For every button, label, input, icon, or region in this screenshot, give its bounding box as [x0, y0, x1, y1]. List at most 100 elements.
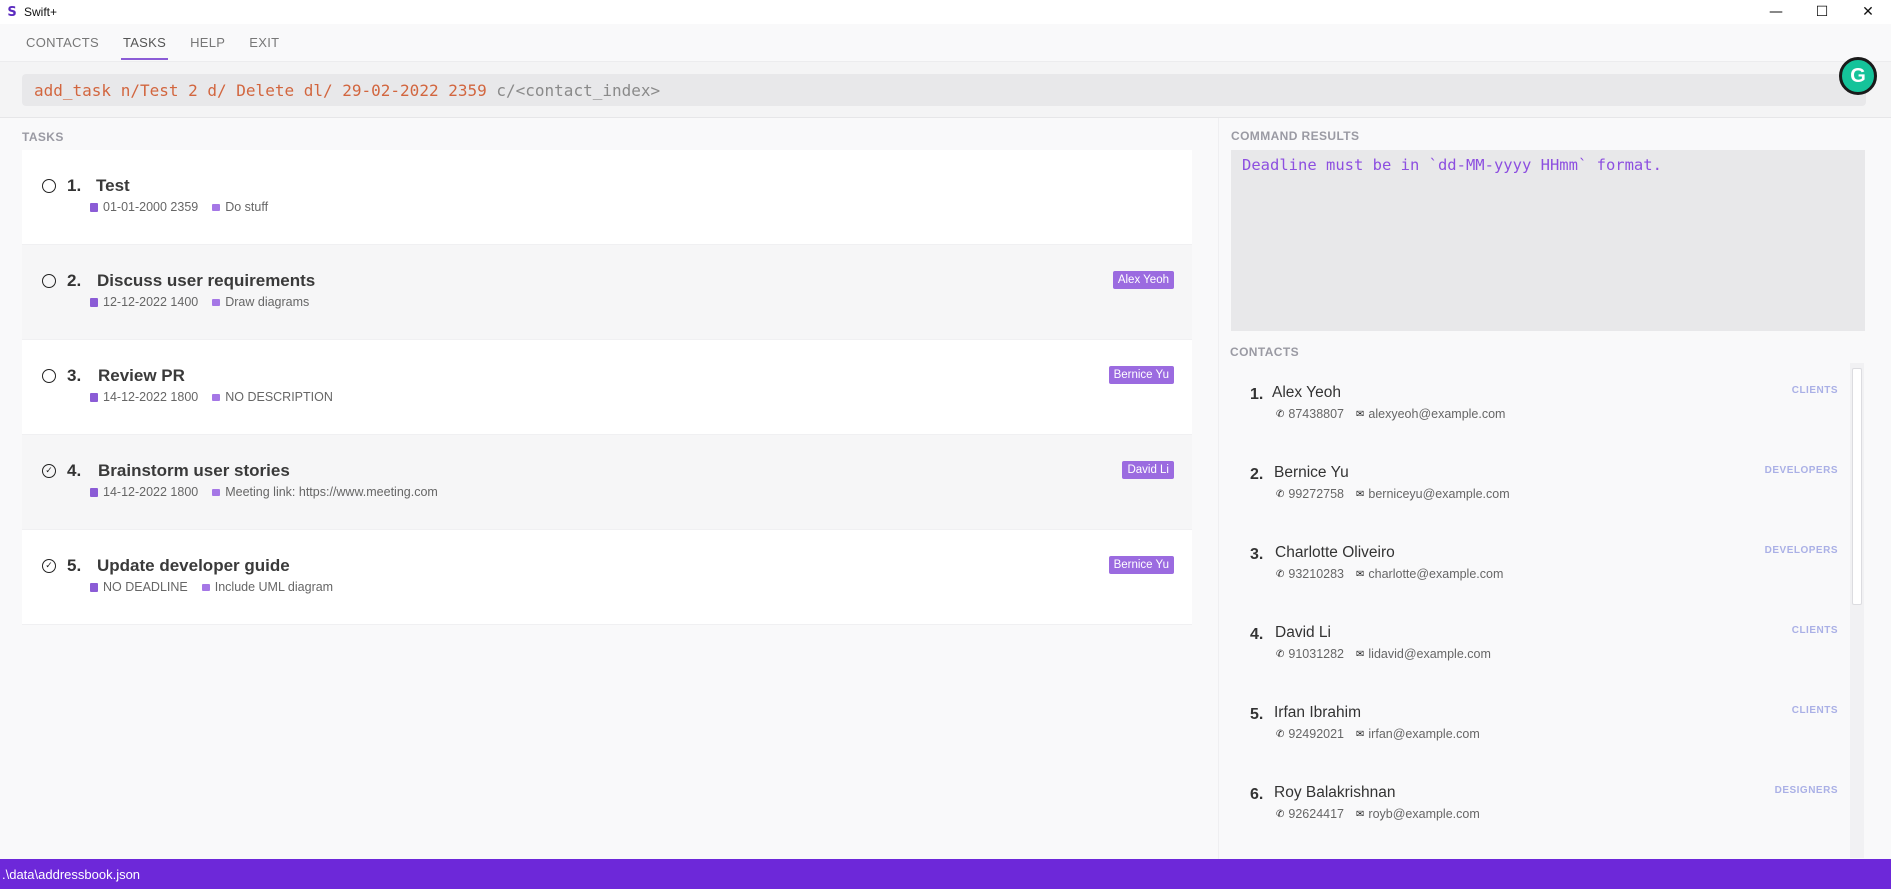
- menu-contacts[interactable]: CONTACTS: [14, 24, 111, 62]
- contact-index: 2.: [1250, 466, 1264, 483]
- menu-help[interactable]: HELP: [178, 24, 237, 62]
- contact-group-tag: DEVELOPERS: [1764, 545, 1838, 556]
- task-index: 1.: [67, 176, 82, 195]
- task-pending-icon[interactable]: [42, 274, 56, 288]
- command-results-box: Deadline must be in `dd-MM-yyyy HHmm` fo…: [1231, 150, 1865, 331]
- pane-divider: [1218, 118, 1219, 859]
- description-icon: [212, 298, 221, 306]
- menu-bar: CONTACTS TASKS HELP EXIT: [0, 24, 1891, 62]
- deadline-icon: [90, 582, 98, 592]
- command-text: add_task n/Test 2 d/ Delete dl/ 29-02-20…: [34, 80, 497, 100]
- task-contact-tag: Alex Yeoh: [1112, 271, 1174, 289]
- status-bar: .\data\addressbook.json: [0, 859, 1891, 889]
- task-deadline: 14-12-2022 1800: [103, 485, 199, 499]
- contact-meta: ✆ 92492021 ✉ irfan@example.com: [1276, 727, 1480, 741]
- task-meta: 01-01-2000 2359 Do stuff: [88, 200, 268, 214]
- contact-phone: 92624417: [1288, 807, 1345, 821]
- command-hint: c/<contact_index>: [496, 80, 661, 100]
- task-card[interactable]: ✓ 4. Brainstorm user stories 14-12-2022 180…: [22, 435, 1192, 530]
- contact-card[interactable]: 6. Roy Balakrishnan ✆ 92624417 ✉ royb@example…: [1220, 763, 1850, 843]
- task-meta: 12-12-2022 1400 Draw diagrams: [88, 295, 309, 309]
- mail-icon: ✉: [1356, 648, 1365, 660]
- task-done-icon[interactable]: ✓: [42, 464, 56, 478]
- task-index: 4.: [67, 461, 82, 480]
- task-index: 3.: [67, 366, 82, 385]
- contact-meta: ✆ 87438807 ✉ alexyeoh@example.com: [1276, 407, 1505, 421]
- maximize-button[interactable]: ☐: [1799, 0, 1845, 24]
- contact-card[interactable]: 1. Alex Yeoh ✆ 87438807 ✉ alexyeoh@example.co…: [1220, 363, 1850, 443]
- contact-phone: 99272758: [1288, 487, 1345, 501]
- task-done-icon[interactable]: ✓: [42, 559, 56, 573]
- task-index: 5.: [67, 556, 82, 575]
- mail-icon: ✉: [1356, 488, 1365, 500]
- task-pending-icon[interactable]: [42, 179, 56, 193]
- menu-exit[interactable]: EXIT: [237, 24, 291, 62]
- task-description: Meeting link: https://www.meeting.com: [225, 485, 438, 499]
- description-icon: [212, 488, 221, 496]
- contact-group-tag: DESIGNERS: [1774, 785, 1838, 796]
- contact-index: 5.: [1250, 706, 1264, 723]
- mail-icon: ✉: [1356, 408, 1365, 420]
- mail-icon: ✉: [1356, 568, 1365, 580]
- phone-icon: ✆: [1276, 728, 1285, 740]
- task-title: Update developer guide: [97, 556, 290, 575]
- window-title: Swift+: [24, 5, 58, 19]
- menu-tasks[interactable]: TASKS: [111, 24, 178, 62]
- contact-group-tag: CLIENTS: [1791, 705, 1838, 716]
- contact-meta: ✆ 99272758 ✉ berniceyu@example.com: [1276, 487, 1510, 501]
- task-title: Test: [96, 176, 130, 195]
- deadline-icon: [90, 297, 98, 307]
- description-icon: [212, 393, 221, 401]
- contact-index: 4.: [1250, 626, 1264, 643]
- contact-index: 6.: [1250, 786, 1264, 803]
- phone-icon: ✆: [1276, 568, 1285, 580]
- contact-email: royb@example.com: [1368, 807, 1480, 821]
- task-contact-tag: Bernice Yu: [1108, 366, 1174, 384]
- contact-name: Roy Balakrishnan: [1274, 784, 1396, 801]
- mail-icon: ✉: [1356, 728, 1365, 740]
- contact-card[interactable]: 2. Bernice Yu ✆ 99272758 ✉ berniceyu@example.…: [1220, 443, 1850, 523]
- phone-icon: ✆: [1276, 408, 1285, 420]
- task-meta: 14-12-2022 1800 Meeting link: https://www…: [88, 485, 438, 499]
- contact-email: charlotte@example.com: [1368, 567, 1504, 581]
- command-input[interactable]: add_task n/Test 2 d/ Delete dl/ 29-02-20…: [22, 74, 1866, 106]
- contacts-scrollbar-thumb[interactable]: [1852, 368, 1862, 605]
- contact-name: Charlotte Oliveiro: [1275, 544, 1395, 561]
- task-pending-icon[interactable]: [42, 369, 56, 383]
- task-deadline: NO DEADLINE: [103, 580, 188, 594]
- tasks-heading: TASKS: [22, 130, 64, 144]
- command-bar: add_task n/Test 2 d/ Delete dl/ 29-02-20…: [0, 62, 1891, 118]
- task-card[interactable]: 3. Review PR 14-12-2022 1800 NO DESCRIPTION…: [22, 340, 1192, 435]
- grammarly-icon[interactable]: G: [1839, 57, 1877, 95]
- contact-group-tag: CLIENTS: [1791, 625, 1838, 636]
- contact-phone: 91031282: [1288, 647, 1345, 661]
- contact-email: alexyeoh@example.com: [1368, 407, 1506, 421]
- command-results-heading: COMMAND RESULTS: [1231, 129, 1360, 143]
- task-card[interactable]: ✓ 5. Update developer guide NO DEADLINE Incl…: [22, 530, 1192, 625]
- task-card[interactable]: 2. Discuss user requirements 12-12-2022 14…: [22, 245, 1192, 340]
- contact-card[interactable]: 3. Charlotte Oliveiro ✆ 93210283 ✉ charlotte@…: [1220, 523, 1850, 603]
- contact-meta: ✆ 91031282 ✉ lidavid@example.com: [1276, 647, 1491, 661]
- contact-name: Irfan Ibrahim: [1274, 704, 1362, 721]
- task-description: Include UML diagram: [214, 580, 334, 594]
- close-button[interactable]: ✕: [1845, 0, 1891, 24]
- contact-email: berniceyu@example.com: [1368, 487, 1510, 501]
- task-list: 1. Test 01-01-2000 2359 Do stuff 2. Discuss u…: [22, 150, 1192, 625]
- deadline-icon: [90, 487, 98, 497]
- description-icon: [201, 583, 210, 591]
- task-card[interactable]: 1. Test 01-01-2000 2359 Do stuff: [22, 150, 1192, 245]
- contact-phone: 87438807: [1288, 407, 1345, 421]
- contact-name: Bernice Yu: [1274, 464, 1349, 481]
- contact-meta: ✆ 92624417 ✉ royb@example.com: [1276, 807, 1480, 821]
- contact-card[interactable]: 5. Irfan Ibrahim ✆ 92492021 ✉ irfan@example.c…: [1220, 683, 1850, 763]
- phone-icon: ✆: [1276, 808, 1285, 820]
- phone-icon: ✆: [1276, 488, 1285, 500]
- status-file-path: .\data\addressbook.json: [2, 866, 141, 882]
- contact-card[interactable]: 4. David Li ✆ 91031282 ✉ lidavid@example.com C…: [1220, 603, 1850, 683]
- contact-group-tag: DEVELOPERS: [1764, 465, 1838, 476]
- phone-icon: ✆: [1276, 648, 1285, 660]
- contact-group-tag: CLIENTS: [1791, 385, 1838, 396]
- minimize-button[interactable]: —: [1753, 0, 1799, 24]
- task-meta: 14-12-2022 1800 NO DESCRIPTION: [88, 390, 333, 404]
- task-contact-tag: David Li: [1122, 461, 1174, 479]
